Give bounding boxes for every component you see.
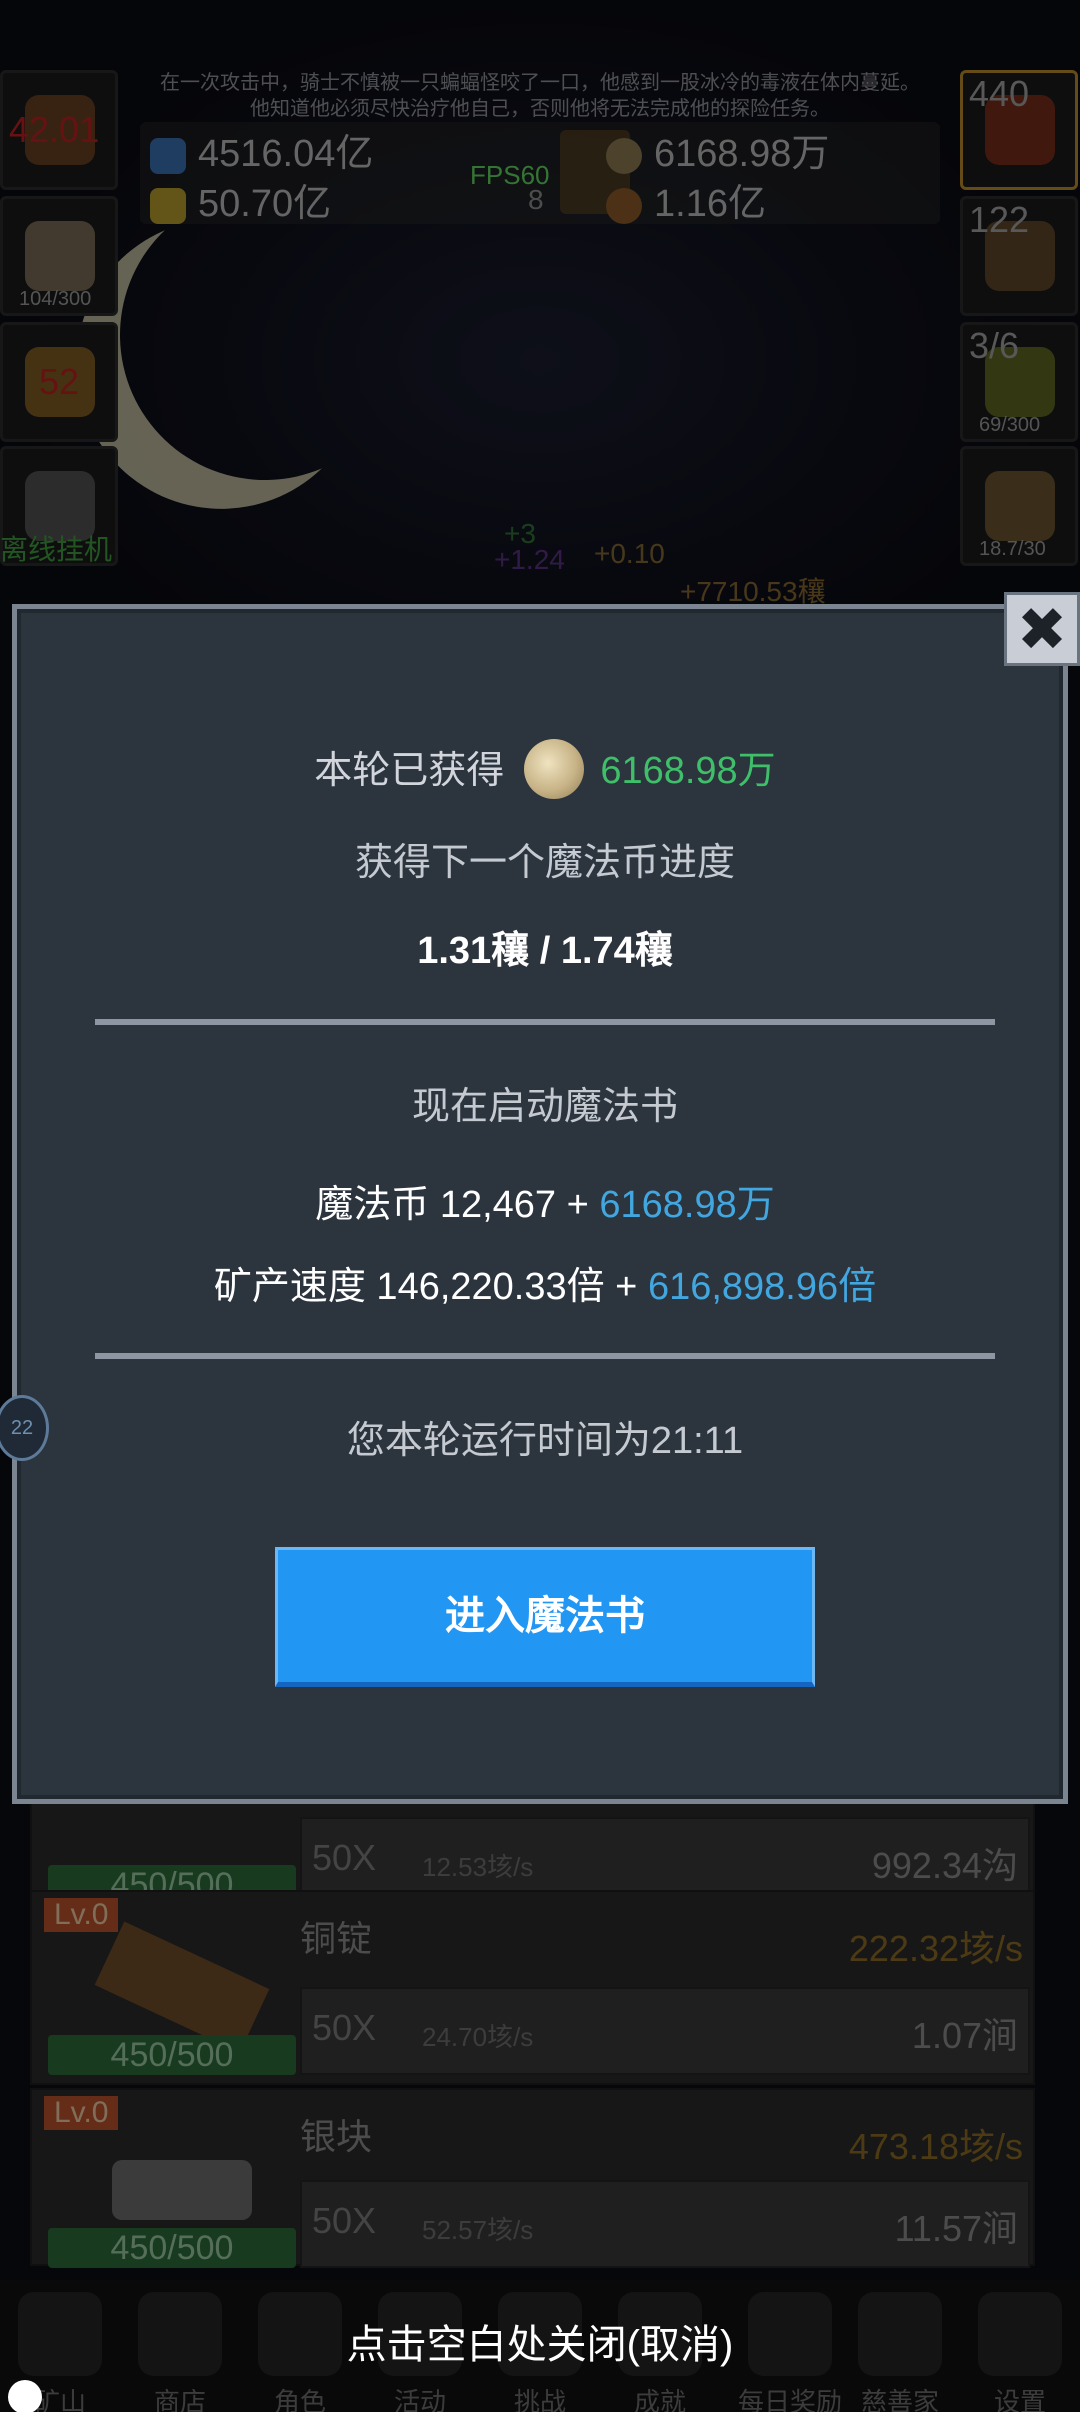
close-icon[interactable]: ✖	[1004, 592, 1080, 666]
close-hint: 点击空白处关闭(取消)	[346, 2323, 734, 2367]
run-time: 您本轮运行时间为21:11	[346, 1420, 744, 1462]
divider	[95, 1019, 995, 1025]
progress-value: 1.31穰 / 1.74穰	[417, 930, 673, 972]
mining-speed-label: 矿产速度 146,220.33倍 +	[213, 1266, 648, 1308]
magic-coin-add: 6168.98万	[599, 1184, 775, 1226]
earned-line: 本轮已获得 6168.98万	[17, 738, 1073, 803]
progress-title: 获得下一个魔法币进度	[354, 842, 735, 884]
mining-speed-add: 616,898.96倍	[647, 1266, 877, 1308]
magic-coin-label: 魔法币 12,467 +	[315, 1184, 600, 1226]
divider	[95, 1353, 995, 1359]
coin-icon	[524, 738, 585, 799]
magic-coin-line: 魔法币 12,467 + 6168.98万	[17, 1173, 1073, 1228]
start-title: 现在启动魔法书	[411, 1086, 678, 1128]
magic-book-dialog: 22 本轮已获得 6168.98万 获得下一个魔法币进度 1.31穰 / 1.74…	[0, 604, 1068, 1804]
touch-indicator	[8, 2380, 42, 2412]
enter-magic-book-button[interactable]: 进入魔法书	[275, 1547, 815, 1687]
earned-label: 本轮已获得	[314, 750, 505, 792]
earned-value: 6168.98万	[600, 750, 776, 792]
mining-speed-line: 矿产速度 146,220.33倍 + 616,898.96倍	[17, 1255, 1073, 1310]
